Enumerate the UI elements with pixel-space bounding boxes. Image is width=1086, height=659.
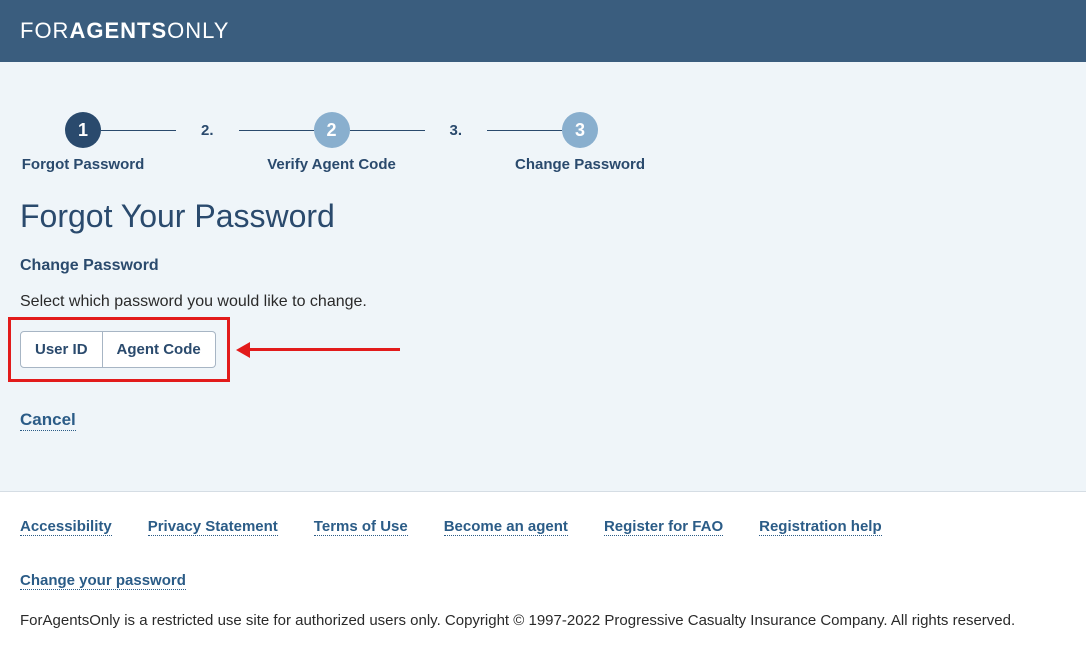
- footer-link-accessibility[interactable]: Accessibility: [20, 518, 112, 536]
- app-header: FORAGENTSONLY: [0, 0, 1086, 62]
- step-3-label: Change Password: [515, 156, 645, 173]
- main-content: 1 Forgot Password 2. 2 Verify Agent Code…: [0, 62, 1086, 471]
- choice-button-group: User ID Agent Code: [20, 331, 216, 368]
- footer-copyright: ForAgentsOnly is a restricted use site f…: [20, 612, 1066, 629]
- step-1: 1 Forgot Password: [65, 112, 101, 148]
- footer-link-register[interactable]: Register for FAO: [604, 518, 723, 536]
- footer-link-become-agent[interactable]: Become an agent: [444, 518, 568, 536]
- step-2-number-text: 2.: [176, 122, 239, 139]
- arrow-head-icon: [236, 342, 250, 358]
- step-3-circle: 3: [562, 112, 598, 148]
- step-1-circle: 1: [65, 112, 101, 148]
- step-2: 2 Verify Agent Code: [314, 112, 350, 148]
- step-line-1: [101, 130, 176, 131]
- footer-links: Accessibility Privacy Statement Terms of…: [20, 518, 1066, 590]
- callout-arrow: [236, 342, 400, 358]
- logo-part-1: FOR: [20, 18, 69, 43]
- cancel-link[interactable]: Cancel: [20, 410, 76, 431]
- step-1-label: Forgot Password: [22, 156, 145, 173]
- step-line-4: [487, 130, 562, 131]
- footer-link-terms[interactable]: Terms of Use: [314, 518, 408, 536]
- logo-part-3: ONLY: [167, 18, 229, 43]
- step-3: 3 Change Password: [562, 112, 598, 148]
- step-2-circle: 2: [314, 112, 350, 148]
- agent-code-button[interactable]: Agent Code: [103, 331, 216, 368]
- step-line-3: [350, 130, 425, 131]
- logo-part-2: AGENTS: [69, 18, 167, 43]
- step-line-2: [239, 130, 314, 131]
- page-description: Select which password you would like to …: [20, 293, 1066, 311]
- footer-link-privacy[interactable]: Privacy Statement: [148, 518, 278, 536]
- page-subtitle: Change Password: [20, 257, 1066, 275]
- step-3-number-text: 3.: [425, 122, 488, 139]
- page-title: Forgot Your Password: [20, 198, 1066, 235]
- step-2-label: Verify Agent Code: [267, 156, 396, 173]
- page-footer: Accessibility Privacy Statement Terms of…: [0, 491, 1086, 659]
- choice-button-group-wrap: User ID Agent Code: [20, 331, 216, 368]
- footer-link-change-password[interactable]: Change your password: [20, 572, 186, 590]
- progress-stepper: 1 Forgot Password 2. 2 Verify Agent Code…: [65, 112, 1066, 148]
- footer-link-registration-help[interactable]: Registration help: [759, 518, 882, 536]
- brand-logo: FORAGENTSONLY: [20, 18, 1066, 44]
- arrow-line: [250, 348, 400, 351]
- user-id-button[interactable]: User ID: [20, 331, 103, 368]
